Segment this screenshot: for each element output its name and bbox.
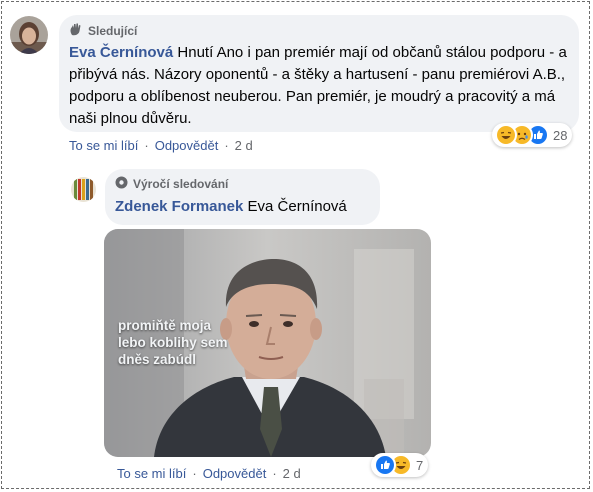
haha-icon <box>495 124 517 146</box>
caption-line: lebo koblihy sem <box>118 335 228 350</box>
separator-dot: · <box>224 138 229 153</box>
like-link[interactable]: To se mi líbí <box>69 138 138 153</box>
comment-author[interactable]: Eva Černínová <box>69 44 173 61</box>
comment-bubble: Sledující Eva Černínová Hnutí Ano i pan … <box>59 15 579 132</box>
comment-image[interactable]: promiňtě moja lebo koblihy sem dněs zabú… <box>104 229 431 457</box>
timestamp-link[interactable]: 2 d <box>235 138 253 153</box>
anniversary-badge: Výročí sledování <box>115 176 228 192</box>
badge-label: Výročí sledování <box>133 177 229 191</box>
caption-line: dněs zabúdl <box>118 352 197 367</box>
badge-label: Sledující <box>88 23 138 38</box>
separator-dot: · <box>144 138 149 153</box>
like-icon <box>374 454 396 476</box>
reaction-summary[interactable]: 28 <box>492 123 573 147</box>
comment-actions: To se mi líbí · Odpovědět · 2 d <box>117 466 301 481</box>
like-link[interactable]: To se mi líbí <box>117 466 186 481</box>
wave-icon <box>69 22 83 39</box>
comment-author[interactable]: Zdenek Formanek <box>115 198 243 215</box>
reaction-summary[interactable]: 7 <box>371 453 429 477</box>
timestamp-link[interactable]: 2 d <box>283 466 301 481</box>
avatar[interactable] <box>71 177 96 202</box>
follower-badge: Sledující <box>69 22 137 39</box>
avatar[interactable] <box>10 16 48 54</box>
comment-bubble: Výročí sledování Zdenek Formanek Eva Čer… <box>105 169 380 225</box>
separator-dot: · <box>192 466 197 481</box>
caption-line: promiňtě moja <box>118 318 212 333</box>
badge-icon <box>115 176 128 192</box>
reaction-count: 7 <box>416 457 424 473</box>
reply-link[interactable]: Odpovědět <box>203 466 267 481</box>
image-caption: promiňtě moja lebo koblihy sem dněs zabú… <box>118 317 228 368</box>
separator-dot: · <box>272 466 277 481</box>
reply-link[interactable]: Odpovědět <box>155 138 219 153</box>
mention-link[interactable]: Eva Černínová <box>248 198 347 215</box>
reaction-count: 28 <box>553 127 568 143</box>
comment-actions: To se mi líbí · Odpovědět · 2 d <box>69 138 253 153</box>
